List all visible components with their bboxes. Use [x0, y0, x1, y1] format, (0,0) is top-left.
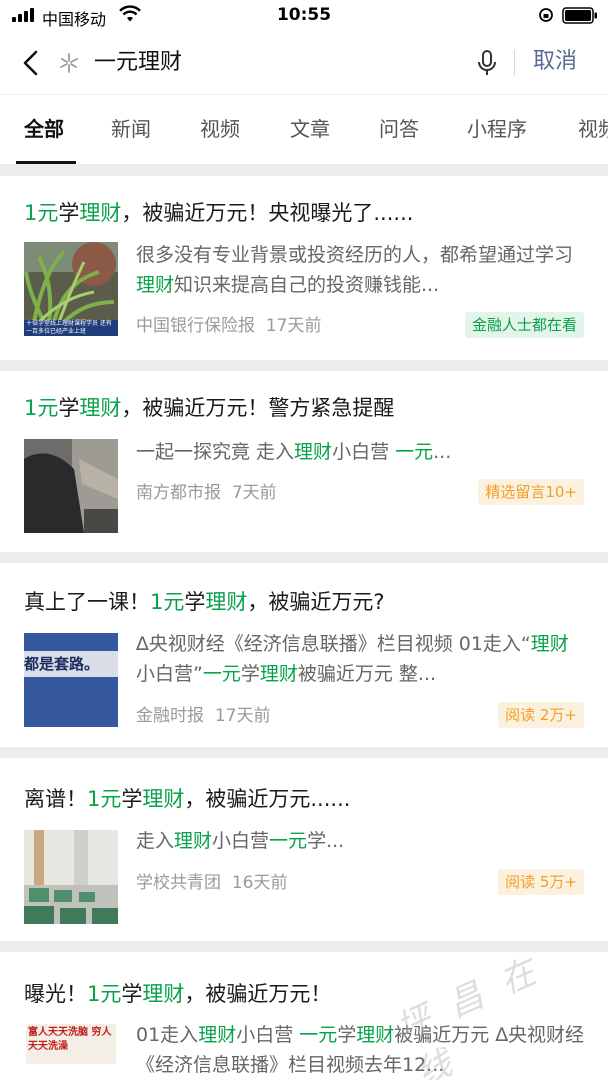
result-snippet: 一起一探究竟 走入理财小白营 一元... [136, 441, 452, 463]
result-source: 学校共青团 16天前 [136, 873, 288, 893]
person-image [24, 439, 118, 533]
battery-icon [562, 7, 597, 24]
clock: 10:55 [276, 5, 332, 25]
result-title[interactable]: 曝光！1元学理财，被骗近万元！ [24, 979, 331, 1009]
tab-mini-programs[interactable]: 小程序 [467, 115, 527, 143]
result-card[interactable]: 真上了一课！1元学理财，被骗近万元? 都是套路。 ∆央视财经《经济信息联播》栏目… [0, 563, 608, 747]
result-tabs: 全部 新闻 视频 文章 问答 小程序 视频 [0, 94, 608, 164]
result-title[interactable]: 真上了一课！1元学理财，被骗近万元? [24, 587, 385, 617]
result-snippet: ∆央视财经《经济信息联播》栏目视频 01走入“理财小白营”一元学理财被骗近万元 … [136, 633, 569, 685]
result-card[interactable]: 1元学理财，被骗近万元！央视曝光了...... 十倍学堂线上理财课程学员 还有一… [0, 176, 608, 360]
tab-video[interactable]: 视频 [200, 115, 240, 143]
search-sparkle-icon [60, 53, 78, 73]
result-badge: 阅读 2万+ [498, 702, 584, 728]
orientation-lock-icon [539, 8, 553, 22]
classroom-image [24, 830, 118, 924]
result-badge: 阅读 5万+ [498, 869, 584, 895]
result-source: 南方都市报 7天前 [136, 483, 277, 503]
search-input[interactable]: 一元理财 [94, 48, 182, 78]
result-thumbnail[interactable]: 都是套路。 [24, 633, 118, 727]
search-header: 一元理财 取消 [0, 32, 608, 94]
cancel-button[interactable]: 取消 [533, 47, 577, 77]
active-tab-indicator [16, 161, 76, 164]
microphone-icon[interactable] [476, 49, 498, 77]
result-title[interactable]: 离谱！1元学理财，被骗近万元...... [24, 784, 350, 814]
header-divider [514, 50, 515, 76]
thumbnail-caption: 十倍学堂线上理财课程学员 还有一百多位已经产业上班 [26, 320, 112, 335]
result-title[interactable]: 1元学理财，被骗近万元！央视曝光了...... [24, 198, 413, 228]
result-title[interactable]: 1元学理财，被骗近万元！警方紧急提醒 [24, 393, 394, 423]
result-snippet: 走入理财小白营一元学... [136, 830, 345, 852]
result-thumbnail[interactable]: 富人天天洗脑 穷人天天洗澡 [24, 1024, 118, 1080]
thumbnail-caption: 富人天天洗脑 穷人天天洗澡 [28, 1027, 112, 1052]
result-snippet: 很多没有专业背景或投资经历的人，都希望通过学习理财知识来提高自己的投资赚钱能..… [136, 244, 574, 296]
thumbnail-caption: 都是套路。 [24, 655, 100, 673]
tab-all[interactable]: 全部 [24, 115, 64, 143]
result-thumbnail[interactable] [24, 439, 118, 533]
result-badge: 精选留言10+ [478, 479, 584, 505]
tab-news[interactable]: 新闻 [111, 115, 151, 143]
result-thumbnail[interactable] [24, 830, 118, 924]
result-source: 中国银行保险报 17天前 [136, 316, 322, 336]
result-thumbnail[interactable]: 十倍学堂线上理财课程学员 还有一百多位已经产业上班 [24, 242, 118, 336]
tab-video-channel[interactable]: 视频 [578, 115, 608, 143]
tab-qa[interactable]: 问答 [379, 115, 419, 143]
back-chevron-icon[interactable] [20, 49, 42, 77]
result-card[interactable]: 离谱！1元学理财，被骗近万元...... 走入理财小白营一元学... 学校共青团… [0, 758, 608, 941]
result-badge: 金融人士都在看 [464, 312, 584, 338]
result-card[interactable]: 1元学理财，被骗近万元！警方紧急提醒 一起一探究竟 走入理财小白营 一元... … [0, 371, 608, 552]
status-bar: 中国移动 10:55 [0, 0, 608, 32]
result-source: 金融时报 17天前 [136, 706, 271, 726]
tab-articles[interactable]: 文章 [290, 115, 330, 143]
